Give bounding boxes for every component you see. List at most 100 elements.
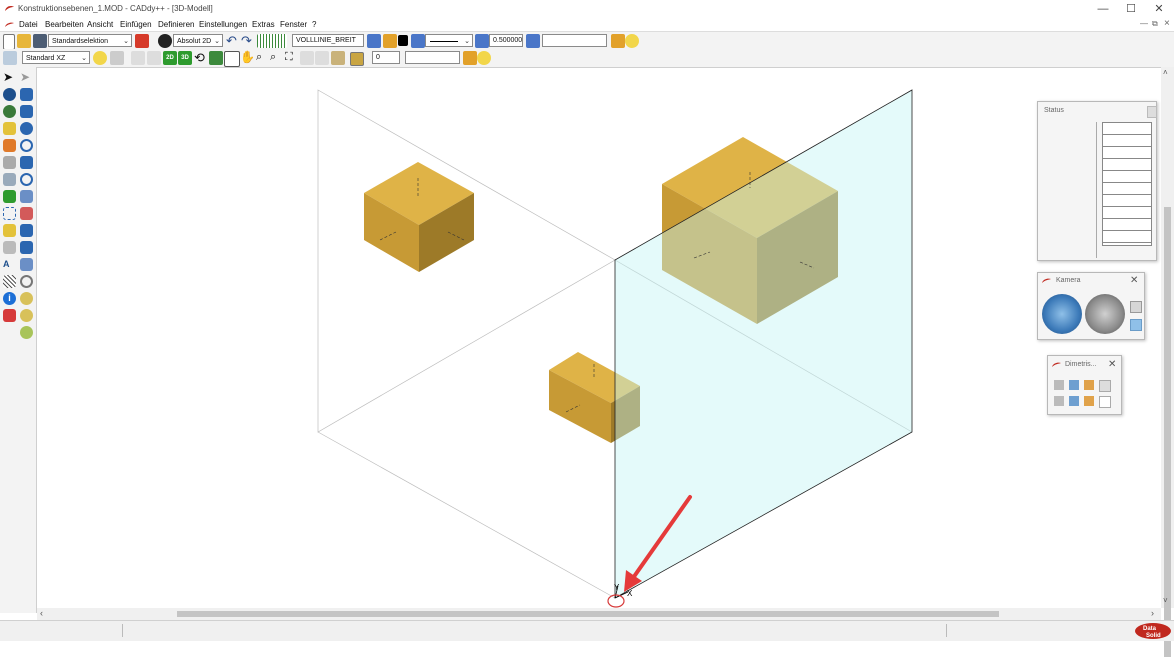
selection-filter-icon[interactable] <box>135 34 149 48</box>
select-arrow-alt-icon[interactable]: ➤ <box>20 71 33 84</box>
view-cube-icon[interactable] <box>1069 380 1079 390</box>
menu-definieren[interactable]: Definieren <box>158 20 194 29</box>
width-settings-icon[interactable] <box>526 34 540 48</box>
hatch-pattern-icon[interactable] <box>3 275 16 288</box>
sweep-icon[interactable] <box>20 241 33 254</box>
edit-icon[interactable] <box>147 51 161 65</box>
coordinate-mode-select[interactable]: Absolut 2D ⌄ <box>173 34 223 47</box>
menu-einfuegen[interactable]: Einfügen <box>120 20 152 29</box>
close-button[interactable]: ✕ <box>1149 2 1169 16</box>
pipe-icon[interactable] <box>20 258 33 271</box>
maximize-button[interactable]: ☐ <box>1121 2 1141 16</box>
menu-extras[interactable]: Extras <box>252 20 275 29</box>
selection-mode-select[interactable]: Standardselektion ⌄ <box>48 34 132 47</box>
print-preview-icon[interactable] <box>315 51 329 65</box>
vertical-scroll-thumb[interactable] <box>1164 207 1171 657</box>
paint-icon[interactable] <box>3 122 16 135</box>
3d-view-button[interactable]: 3D <box>178 51 192 65</box>
grid-icon[interactable] <box>257 34 287 48</box>
ball-icon[interactable] <box>20 122 33 135</box>
eraser-icon[interactable] <box>3 309 16 322</box>
torus-icon[interactable] <box>20 156 33 169</box>
view-select[interactable]: Standard XZ ⌄ <box>22 51 90 64</box>
scissors-icon[interactable] <box>3 156 16 169</box>
camera-cube-blue-icon[interactable] <box>1130 319 1142 331</box>
tree-icon[interactable] <box>209 51 223 65</box>
dotted-line-icon[interactable] <box>3 207 16 220</box>
ring-icon[interactable] <box>20 173 33 186</box>
group-icon[interactable] <box>20 326 33 339</box>
orbit-icon[interactable]: ⟲ <box>194 51 208 65</box>
view-cube-icon[interactable] <box>1099 396 1111 408</box>
view-cube-icon[interactable] <box>1084 380 1094 390</box>
width-layer-icon[interactable] <box>475 34 489 48</box>
revolve-icon[interactable] <box>20 207 33 220</box>
hatch-icon[interactable] <box>3 224 16 237</box>
save-icon[interactable] <box>33 34 47 48</box>
drawing-canvas[interactable]: Y X <box>37 67 1161 608</box>
view-cube-icon[interactable] <box>1054 380 1064 390</box>
view-cube-icon[interactable] <box>1084 396 1094 406</box>
snap-icon[interactable] <box>110 51 124 65</box>
new-file-icon[interactable] <box>3 34 15 50</box>
open-file-icon[interactable] <box>17 34 31 48</box>
layer-number-field[interactable]: 0 <box>372 51 400 64</box>
pen-layer-icon[interactable] <box>411 34 425 48</box>
view-cube-icon[interactable] <box>1054 396 1064 406</box>
mdi-close-button[interactable]: × <box>1164 18 1170 29</box>
camera-orbit-dial[interactable] <box>1042 294 1082 334</box>
folder-icon[interactable] <box>463 51 477 65</box>
menu-datei[interactable]: Datei <box>19 20 38 29</box>
mdi-minimize-button[interactable]: — <box>1140 19 1148 28</box>
minimize-button[interactable]: — <box>1093 2 1113 16</box>
coordinate-system-icon[interactable] <box>158 34 172 48</box>
material-icon[interactable] <box>20 292 33 305</box>
dimension-icon[interactable] <box>3 241 16 254</box>
render-icon[interactable] <box>331 51 345 65</box>
scroll-down-icon[interactable]: ˅ <box>1163 596 1168 605</box>
view-cube-icon[interactable] <box>1069 396 1079 406</box>
zoom-window-icon[interactable] <box>224 51 240 67</box>
horizontal-scrollbar[interactable]: ‹ › <box>37 608 1161 620</box>
select-arrow-icon[interactable]: ➤ <box>3 71 16 84</box>
lightbulb-icon[interactable] <box>477 51 491 65</box>
scroll-up-icon[interactable]: ˄ <box>1163 68 1168 77</box>
light-icon[interactable] <box>93 51 107 65</box>
line-style-select[interactable]: ⌄ <box>425 34 473 47</box>
spring-icon[interactable] <box>20 190 33 203</box>
ellipse-icon[interactable] <box>20 139 33 152</box>
pan-hand-icon[interactable]: ✋ <box>240 51 255 65</box>
camera-rotate-dial[interactable] <box>1085 294 1125 334</box>
globe-icon[interactable] <box>3 105 16 118</box>
vertical-scrollbar[interactable]: ˄ ˅ <box>1161 67 1174 657</box>
view-cube-icon[interactable] <box>1099 380 1111 392</box>
status-list[interactable] <box>1102 122 1152 246</box>
menu-help[interactable]: ? <box>312 20 316 29</box>
color-swatch-icon[interactable] <box>398 35 408 46</box>
horizontal-scroll-thumb[interactable] <box>177 611 999 617</box>
mdi-restore-button[interactable]: ⧉ <box>1152 19 1158 29</box>
camera-cube-icon[interactable] <box>1130 301 1142 313</box>
zoom-all-icon[interactable]: ⛶ <box>285 51 299 65</box>
info-icon[interactable]: i <box>3 292 16 305</box>
line-width-field[interactable]: 0.500000 <box>489 34 523 47</box>
dimetric-panel-close-icon[interactable]: ✕ <box>1108 359 1116 370</box>
undo-icon[interactable]: ↶ <box>226 34 240 48</box>
scroll-right-icon[interactable]: › <box>1151 608 1154 618</box>
toolbar1-input[interactable] <box>542 34 607 47</box>
sphere-icon[interactable] <box>3 88 16 101</box>
linetype-field[interactable]: VOLLLINIE_BREIT <box>292 34 364 47</box>
line-icon[interactable] <box>3 190 16 203</box>
toolbar2-input[interactable] <box>405 51 460 64</box>
status-panel-close-button[interactable] <box>1147 106 1157 118</box>
text-icon[interactable]: A <box>3 258 16 271</box>
lightbulb-icon[interactable] <box>625 34 639 48</box>
extrude-icon[interactable] <box>20 224 33 237</box>
layer-icon[interactable] <box>367 34 381 48</box>
menu-fenster[interactable]: Fenster <box>280 20 307 29</box>
cylinder-icon[interactable] <box>20 105 33 118</box>
fill-color-icon[interactable] <box>350 52 364 66</box>
chain-icon[interactable] <box>20 309 33 322</box>
menu-ansicht[interactable]: Ansicht <box>87 20 113 29</box>
menu-bearbeiten[interactable]: Bearbeiten <box>45 20 84 29</box>
